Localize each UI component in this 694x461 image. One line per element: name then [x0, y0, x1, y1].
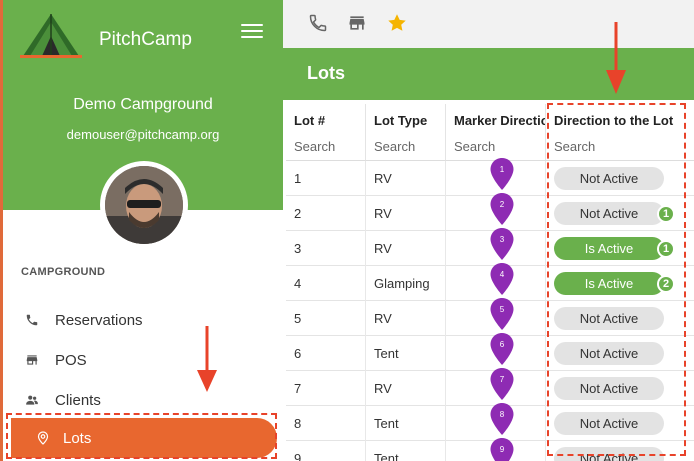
marker-direction-cell: 1	[446, 158, 546, 196]
sidebar-item-pos[interactable]: POS	[25, 345, 87, 375]
people-icon	[25, 393, 39, 407]
lot-number-cell: 1	[286, 161, 366, 196]
top-toolbar	[283, 0, 694, 48]
avatar[interactable]	[100, 161, 188, 249]
marker-direction-cell: 8	[446, 403, 546, 441]
lot-number-cell: 7	[286, 371, 366, 406]
map-marker-icon[interactable]: 9	[489, 437, 515, 461]
marker-direction-cell: 3	[446, 228, 546, 266]
lot-type-cell: RV	[366, 231, 446, 266]
user-photo	[105, 166, 183, 244]
map-marker-icon[interactable]: 4	[489, 262, 515, 296]
map-marker-icon[interactable]: 7	[489, 367, 515, 401]
map-marker-icon[interactable]: 8	[489, 402, 515, 436]
lot-number-cell: 9	[286, 441, 366, 461]
arrow-down-icon	[197, 326, 217, 392]
column-title: Lot #	[294, 113, 326, 128]
search-input[interactable]: Search	[294, 139, 365, 154]
map-marker-icon[interactable]: 1	[489, 157, 515, 191]
map-marker-icon[interactable]: 2	[489, 192, 515, 226]
phone-icon[interactable]	[307, 12, 329, 34]
marker-number: 3	[500, 235, 505, 244]
lot-type-cell: RV	[366, 371, 446, 406]
sidebar-item-clients[interactable]: Clients	[25, 385, 101, 415]
star-icon[interactable]	[386, 12, 408, 34]
campground-name: Demo Campground	[73, 96, 213, 113]
app-window: PitchCamp Demo Campground demouser@pitch…	[0, 0, 694, 461]
search-input[interactable]: Search	[374, 139, 445, 154]
marker-direction-cell: 7	[446, 368, 546, 406]
lot-number-cell: 8	[286, 406, 366, 441]
page-header: Lots	[283, 48, 694, 100]
marker-number: 1	[500, 165, 505, 174]
sidebar-item-label: POS	[55, 351, 87, 369]
hamburger-menu-icon[interactable]	[241, 24, 263, 42]
marker-number: 2	[500, 200, 505, 209]
highlight-lots-nav	[6, 413, 277, 459]
marker-direction-cell: 4	[446, 263, 546, 301]
column-header-lot-type[interactable]: Lot Type Search	[366, 104, 446, 161]
marker-direction-cell: 6	[446, 333, 546, 371]
sidebar: PitchCamp Demo Campground demouser@pitch…	[0, 0, 283, 461]
lot-type-cell: RV	[366, 196, 446, 231]
marker-number: 8	[500, 410, 505, 419]
lot-number-cell: 6	[286, 336, 366, 371]
marker-direction-cell: 9	[446, 438, 546, 461]
phone-icon	[25, 313, 39, 327]
lot-type-cell: Tent	[366, 406, 446, 441]
search-input[interactable]: Search	[454, 139, 545, 154]
arrow-down-icon	[606, 22, 626, 94]
lot-type-cell: RV	[366, 301, 446, 336]
marker-direction-cell: 5	[446, 298, 546, 336]
marker-number: 6	[500, 340, 505, 349]
lot-type-cell: RV	[366, 161, 446, 196]
sidebar-item-label: Reservations	[55, 311, 143, 329]
user-email: demouser@pitchcamp.org	[66, 127, 220, 142]
app-title: PitchCamp	[99, 29, 192, 50]
marker-number: 9	[500, 445, 505, 454]
lot-type-cell: Tent	[366, 336, 446, 371]
marker-direction-cell: 2	[446, 193, 546, 231]
column-title: Marker Direction	[454, 113, 545, 128]
lot-number-cell: 5	[286, 301, 366, 336]
column-header-marker-direction[interactable]: Marker Direction Search	[446, 104, 546, 161]
sidebar-item-label: Clients	[55, 391, 101, 409]
lot-number-cell: 2	[286, 196, 366, 231]
map-marker-icon[interactable]: 3	[489, 227, 515, 261]
store-icon[interactable]	[346, 12, 368, 34]
map-marker-icon[interactable]: 5	[489, 297, 515, 331]
lot-type-cell: Glamping	[366, 266, 446, 301]
lot-number-cell: 4	[286, 266, 366, 301]
column-header-lot-number[interactable]: Lot # Search	[286, 104, 366, 161]
tent-logo-icon	[20, 14, 82, 58]
column-title: Lot Type	[374, 113, 428, 128]
highlight-direction-column	[547, 103, 686, 456]
section-title-campground: CAMPGROUND	[21, 266, 106, 278]
store-icon	[25, 353, 39, 367]
marker-number: 4	[500, 270, 505, 279]
map-marker-icon[interactable]: 6	[489, 332, 515, 366]
sidebar-item-reservations[interactable]: Reservations	[25, 305, 143, 335]
lot-type-cell: Tent	[366, 441, 446, 461]
lot-number-cell: 3	[286, 231, 366, 266]
page-title: Lots	[307, 63, 345, 83]
marker-number: 5	[500, 305, 505, 314]
marker-number: 7	[500, 375, 505, 384]
